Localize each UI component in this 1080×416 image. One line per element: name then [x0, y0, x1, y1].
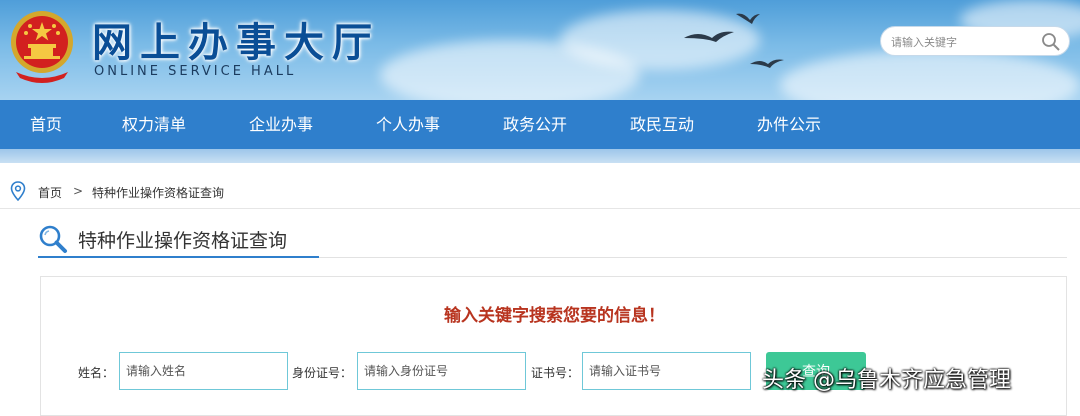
section-divider: [319, 257, 1067, 258]
id-number-input[interactable]: [357, 352, 526, 390]
query-panel: 输入关键字搜索您要的信息！ 姓名： 身份证号： 证书号： 查询: [40, 276, 1067, 416]
section-header: 特种作业操作资格证查询: [38, 218, 319, 258]
nav-item-case-publicity[interactable]: 办件公示: [757, 100, 821, 149]
nav-bottom-strip: [0, 149, 1080, 163]
nav-item-gov-affairs[interactable]: 政务公开: [503, 100, 567, 149]
query-prompt: 输入关键字搜索您要的信息！: [444, 306, 665, 326]
birds-decoration: [684, 13, 784, 68]
nav-item-power-list[interactable]: 权力清单: [122, 100, 186, 149]
nav-item-interaction[interactable]: 政民互动: [630, 100, 694, 149]
breadcrumb-current: 特种作业操作资格证查询: [92, 186, 225, 200]
magnifier-icon: [39, 225, 67, 253]
cloud-decoration: [780, 50, 1080, 100]
name-input[interactable]: [119, 352, 288, 390]
site-subtitle: ONLINE SERVICE HALL: [94, 64, 297, 79]
certificate-number-label: 证书号：: [531, 366, 580, 380]
breadcrumb: 首页 > 特种作业操作资格证查询: [0, 175, 1080, 209]
search-input[interactable]: [891, 33, 1041, 51]
id-number-label: 身份证号：: [292, 366, 353, 380]
site-header: 网上办事大厅 ONLINE SERVICE HALL: [0, 0, 1080, 100]
name-label: 姓名：: [78, 366, 115, 380]
watermark-text: 头条 @乌鲁木齐应急管理: [762, 368, 1011, 393]
location-pin-icon: [10, 181, 26, 201]
main-nav: 首页 权力清单 企业办事 个人办事 政务公开 政民互动 办件公示: [0, 100, 1080, 149]
nav-item-enterprise[interactable]: 企业办事: [249, 100, 313, 149]
search-icon[interactable]: [1041, 32, 1061, 52]
nav-item-home[interactable]: 首页: [30, 100, 62, 149]
page-title: 特种作业操作资格证查询: [78, 230, 288, 252]
certificate-number-input[interactable]: [582, 352, 751, 390]
header-search-box: [880, 26, 1070, 56]
national-emblem-icon: [11, 11, 73, 83]
breadcrumb-separator: >: [73, 184, 84, 198]
breadcrumb-home-link[interactable]: 首页: [38, 184, 62, 201]
site-title: 网上办事大厅: [92, 19, 380, 66]
nav-item-personal[interactable]: 个人办事: [376, 100, 440, 149]
